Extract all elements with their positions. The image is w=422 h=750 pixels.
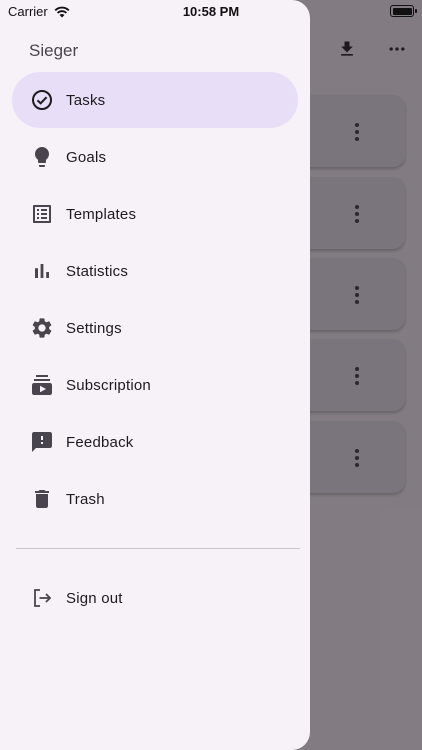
nav-item-label: Feedback (66, 433, 134, 451)
nav-item-label: Templates (66, 205, 137, 223)
nav-item-label: Trash (66, 490, 105, 508)
nav-item-label: Subscription (66, 376, 151, 394)
feedback-icon (30, 430, 54, 454)
gear-icon (30, 316, 54, 340)
drawer-title: Sieger (29, 41, 79, 60)
nav-item-settings[interactable]: Settings (12, 300, 298, 356)
status-time: 10:58 PM (182, 4, 240, 19)
nav-item-statistics[interactable]: Statistics (12, 243, 298, 299)
nav-item-label: Tasks (66, 91, 106, 109)
check-circle-icon (30, 88, 54, 112)
nav-item-tasks[interactable]: Tasks (12, 72, 298, 128)
nav-item-goals[interactable]: Goals (12, 129, 298, 185)
drawer-divider (16, 548, 300, 549)
nav-item-feedback[interactable]: Feedback (12, 414, 298, 470)
list-alt-icon (30, 202, 54, 226)
nav-item-label: Settings (66, 319, 122, 337)
nav-item-templates[interactable]: Templates (12, 186, 298, 242)
battery-icon (390, 5, 417, 17)
sign-out-button[interactable]: Sign out (12, 570, 298, 626)
lightbulb-icon (30, 145, 54, 169)
logout-icon (30, 586, 54, 610)
bar-chart-icon (30, 259, 54, 283)
subscriptions-icon (30, 373, 54, 397)
nav-item-label: Goals (66, 148, 107, 166)
nav-item-label: Statistics (66, 262, 129, 280)
navigation-drawer: Sieger Tasks Goals Templates Statistics (0, 0, 310, 750)
sign-out-label: Sign out (66, 589, 123, 607)
status-bar: Carrier 10:58 PM (0, 0, 422, 24)
trash-icon (30, 487, 54, 511)
nav-item-subscription[interactable]: Subscription (12, 357, 298, 413)
nav-item-trash[interactable]: Trash (12, 471, 298, 527)
